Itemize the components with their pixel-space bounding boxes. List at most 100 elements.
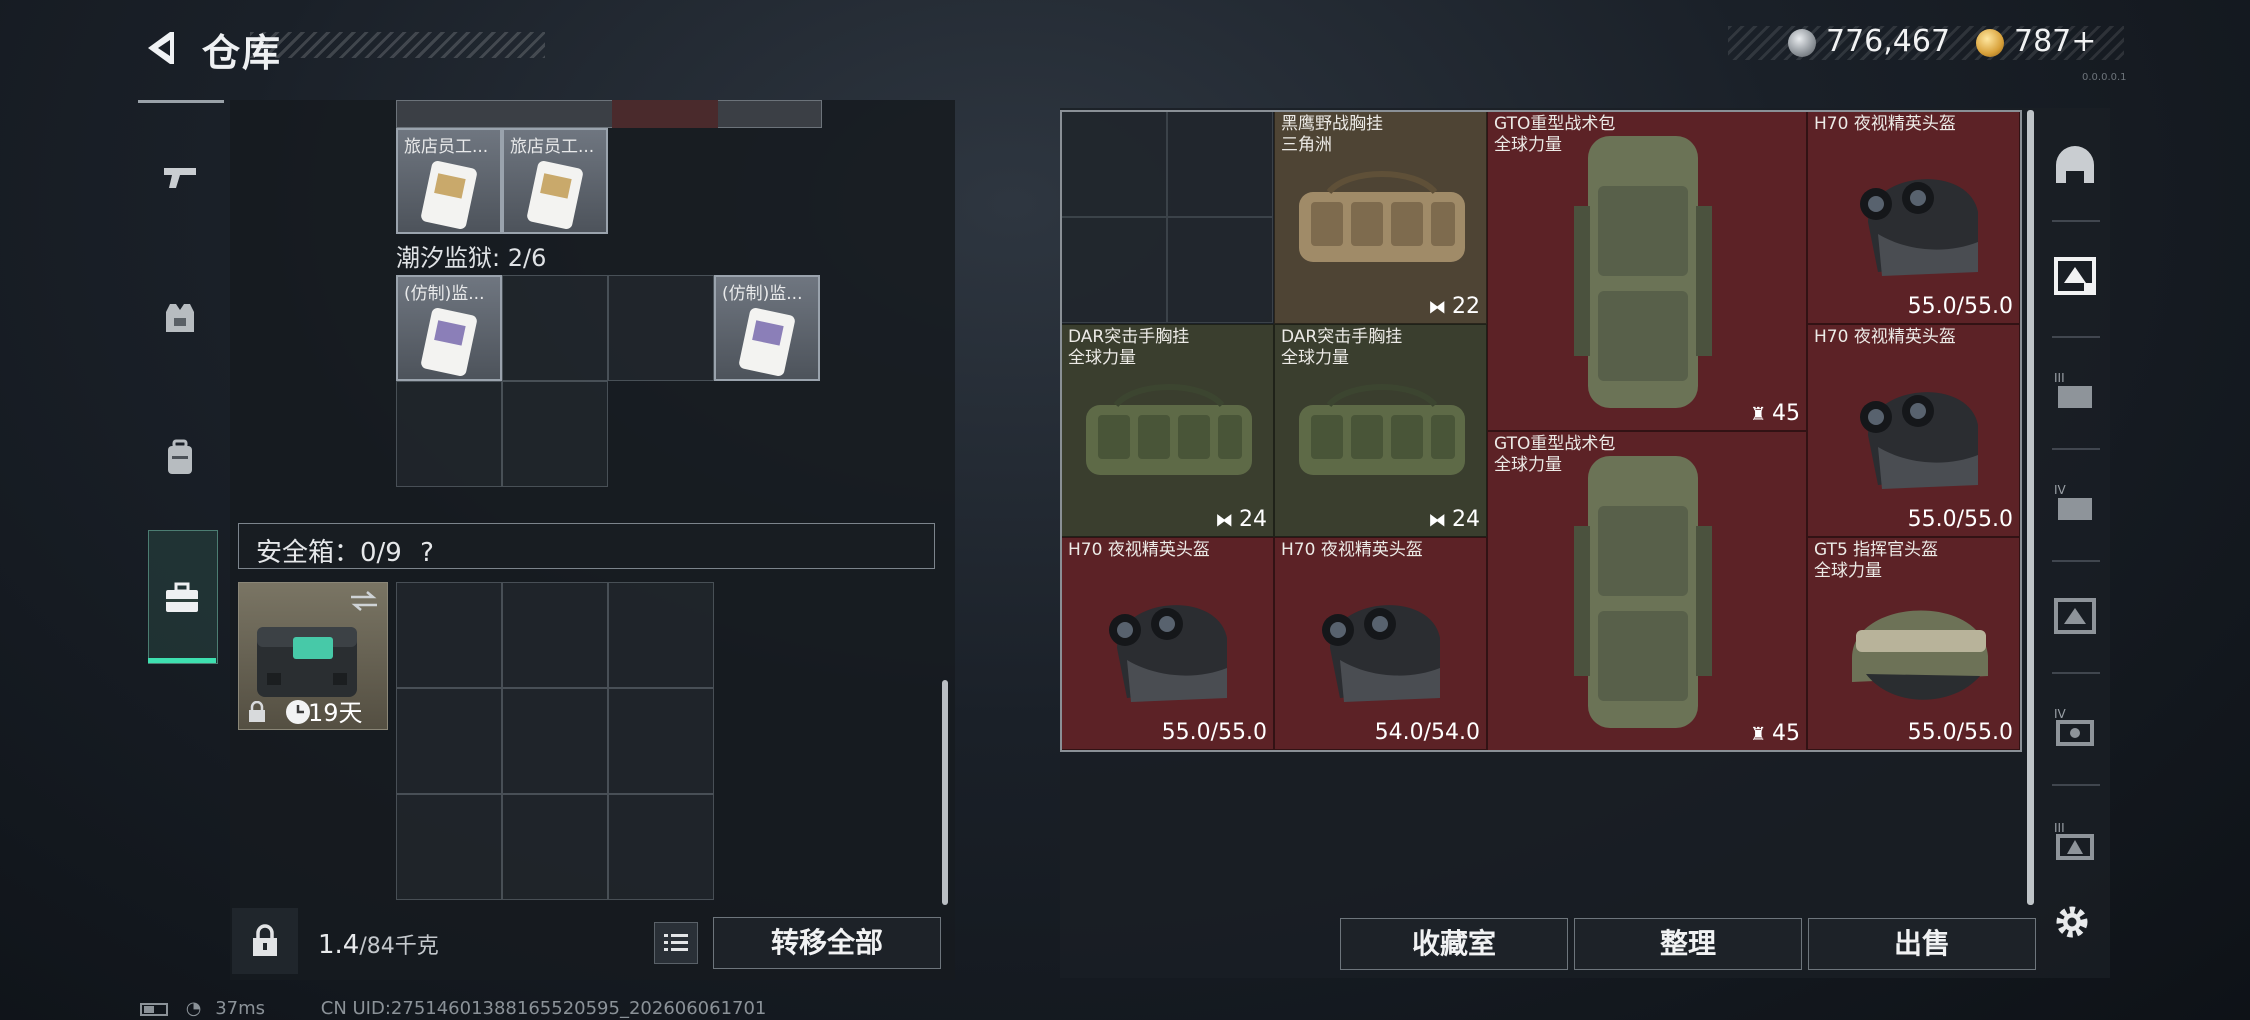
lock-toggle-button[interactable]: [232, 908, 298, 974]
chest-rig-image: [1086, 384, 1252, 475]
tier3-warning-icon: III: [2054, 821, 2094, 860]
stash-slot[interactable]: [1167, 111, 1273, 217]
tab-separator: [2052, 784, 2100, 786]
stash-slot[interactable]: [1061, 217, 1167, 323]
swap-icon[interactable]: [349, 589, 379, 613]
nav-top-line: [138, 100, 224, 103]
svg-text:IV: IV: [2054, 483, 2067, 497]
inventory-item-card[interactable]: (仿制)监...: [396, 275, 502, 381]
safebox-slot[interactable]: [608, 582, 714, 688]
svg-text:IV: IV: [2054, 707, 2067, 721]
keycard-icon: [527, 161, 583, 229]
item-name: H70 夜视精英头盔: [1281, 540, 1423, 560]
item-name: H70 夜视精英头盔: [1814, 327, 1956, 347]
safebox-slot[interactable]: [608, 794, 714, 900]
stash-tab-tier4-chip[interactable]: IV: [2040, 676, 2110, 786]
stash-tab-helmet[interactable]: [2040, 115, 2110, 225]
item-label: (仿制)监...: [722, 284, 803, 304]
warehouse-icon: [2054, 598, 2096, 634]
stash-scrollbar[interactable]: [2027, 110, 2034, 905]
inventory-slot[interactable]: [608, 275, 714, 381]
backpack-image: [1574, 456, 1712, 728]
item-durability: 55.0/55.0: [1907, 294, 2013, 319]
stash-tab-tier3-alert[interactable]: III: [2040, 790, 2110, 900]
stash-tab-tier3[interactable]: III: [2040, 340, 2110, 450]
armor-box-icon: [2054, 257, 2096, 295]
gold-balance[interactable]: 787+: [2014, 24, 2096, 59]
stash-item-vest[interactable]: DAR突击手胸挂 全球力量 ⧓ 24: [1061, 324, 1274, 537]
stash-tab-tier4[interactable]: IV: [2040, 452, 2110, 562]
help-icon[interactable]: ?: [420, 538, 434, 568]
stash-item-helmet[interactable]: H70 夜视精英头盔 55.0/55.0: [1061, 537, 1274, 750]
item-durability: 55.0/55.0: [1161, 720, 1267, 745]
stash-item-helmet[interactable]: GT5 指挥官头盔 全球力量 55.0/55.0: [1807, 537, 2020, 750]
backpack-icon: [168, 439, 192, 474]
nvg-helmet-image: [1860, 392, 1978, 489]
inventory-item-card[interactable]: 旅店员工...: [502, 128, 608, 234]
container-section-label: 潮汐监狱: 2/6: [396, 244, 547, 272]
stash-item-helmet[interactable]: H70 夜视精英头盔 54.0/54.0: [1274, 537, 1487, 750]
keycard-icon: [421, 308, 477, 376]
title-stripe: [250, 32, 545, 58]
svg-text:III: III: [2054, 371, 2065, 385]
item-capacity: ⧓ 24: [1215, 507, 1267, 532]
item-capacity: ⧓ 22: [1428, 294, 1480, 319]
nvg-helmet-image: [1322, 605, 1440, 702]
inventory-scrollbar[interactable]: [942, 680, 948, 905]
safebox-slot[interactable]: [502, 582, 608, 688]
tab-separator: [2052, 220, 2100, 222]
safebox-slot[interactable]: [396, 688, 502, 794]
battery-icon: [140, 1002, 168, 1016]
sell-button[interactable]: 出售: [1808, 918, 2036, 970]
nav-tab-backpack[interactable]: [138, 400, 224, 518]
lock-icon: [253, 924, 277, 956]
inventory-slot[interactable]: [502, 275, 608, 381]
keycard-icon: [421, 161, 477, 229]
stash-item-vest[interactable]: 黑鹰野战胸挂 三角洲 ⧓ 22: [1274, 111, 1487, 324]
list-view-button[interactable]: [654, 922, 698, 964]
stash-item-backpack[interactable]: GTO重型战术包 全球力量 ♜ 45: [1487, 111, 1807, 431]
tier3-icon: III: [2054, 371, 2092, 408]
helmet-icon: [2056, 146, 2094, 183]
stash-item-helmet[interactable]: H70 夜视精英头盔 55.0/55.0: [1807, 111, 2020, 324]
stash-item-vest[interactable]: DAR突击手胸挂 全球力量 ⧓ 24: [1274, 324, 1487, 537]
nav-tab-weapons[interactable]: [138, 120, 224, 238]
commander-helmet-image: [1852, 610, 1988, 700]
stash-item-backpack[interactable]: GTO重型战术包 全球力量 ♜ 45: [1487, 431, 1807, 751]
safebox-slot[interactable]: [396, 794, 502, 900]
stash-slot[interactable]: [1167, 217, 1273, 323]
nvg-helmet-image: [1860, 179, 1978, 276]
tier4-chip-icon: IV: [2054, 707, 2094, 746]
vest-icon: [166, 304, 194, 332]
safebox-duration: 19天: [308, 699, 363, 727]
inventory-slot[interactable]: [502, 381, 608, 487]
item-capacity: ♜ 45: [1750, 401, 1800, 426]
safebox-slot[interactable]: [396, 582, 502, 688]
transfer-all-button[interactable]: 转移全部: [713, 917, 941, 969]
safebox-count: 安全箱：0/9: [256, 538, 402, 568]
version-text: 0.0.0.0.1: [2082, 72, 2127, 83]
gold-coin-icon: [1976, 29, 2004, 57]
safebox-slot[interactable]: [502, 688, 608, 794]
inventory-item-card[interactable]: 旅店员工...: [396, 128, 502, 234]
stash-tab-warehouse[interactable]: [2040, 564, 2110, 674]
stash-tab-armor[interactable]: [2040, 225, 2110, 335]
organize-button[interactable]: 整理: [1574, 918, 1802, 970]
safebox-case-icon: [257, 627, 357, 697]
gear-icon[interactable]: [2052, 902, 2092, 942]
inventory-item-card[interactable]: (仿制)监...: [714, 275, 820, 381]
nav-selected-indicator: [148, 658, 216, 663]
inventory-slot[interactable]: [396, 381, 502, 487]
stash-item-helmet[interactable]: H70 夜视精英头盔 55.0/55.0: [1807, 324, 2020, 537]
page-title: 仓库: [202, 31, 283, 75]
safebox-slot[interactable]: [608, 688, 714, 794]
back-arrow-icon[interactable]: [140, 28, 180, 68]
weight-indicator: 1.4/84千克: [318, 928, 439, 960]
nvg-helmet-image: [1109, 605, 1227, 702]
item-name: 黑鹰野战胸挂 三角洲: [1281, 114, 1383, 155]
nav-tab-vest[interactable]: [138, 260, 224, 378]
backpack-image: [1574, 136, 1712, 408]
collection-room-button[interactable]: 收藏室: [1340, 918, 1568, 970]
stash-slot[interactable]: [1061, 111, 1167, 217]
safebox-slot[interactable]: [502, 794, 608, 900]
